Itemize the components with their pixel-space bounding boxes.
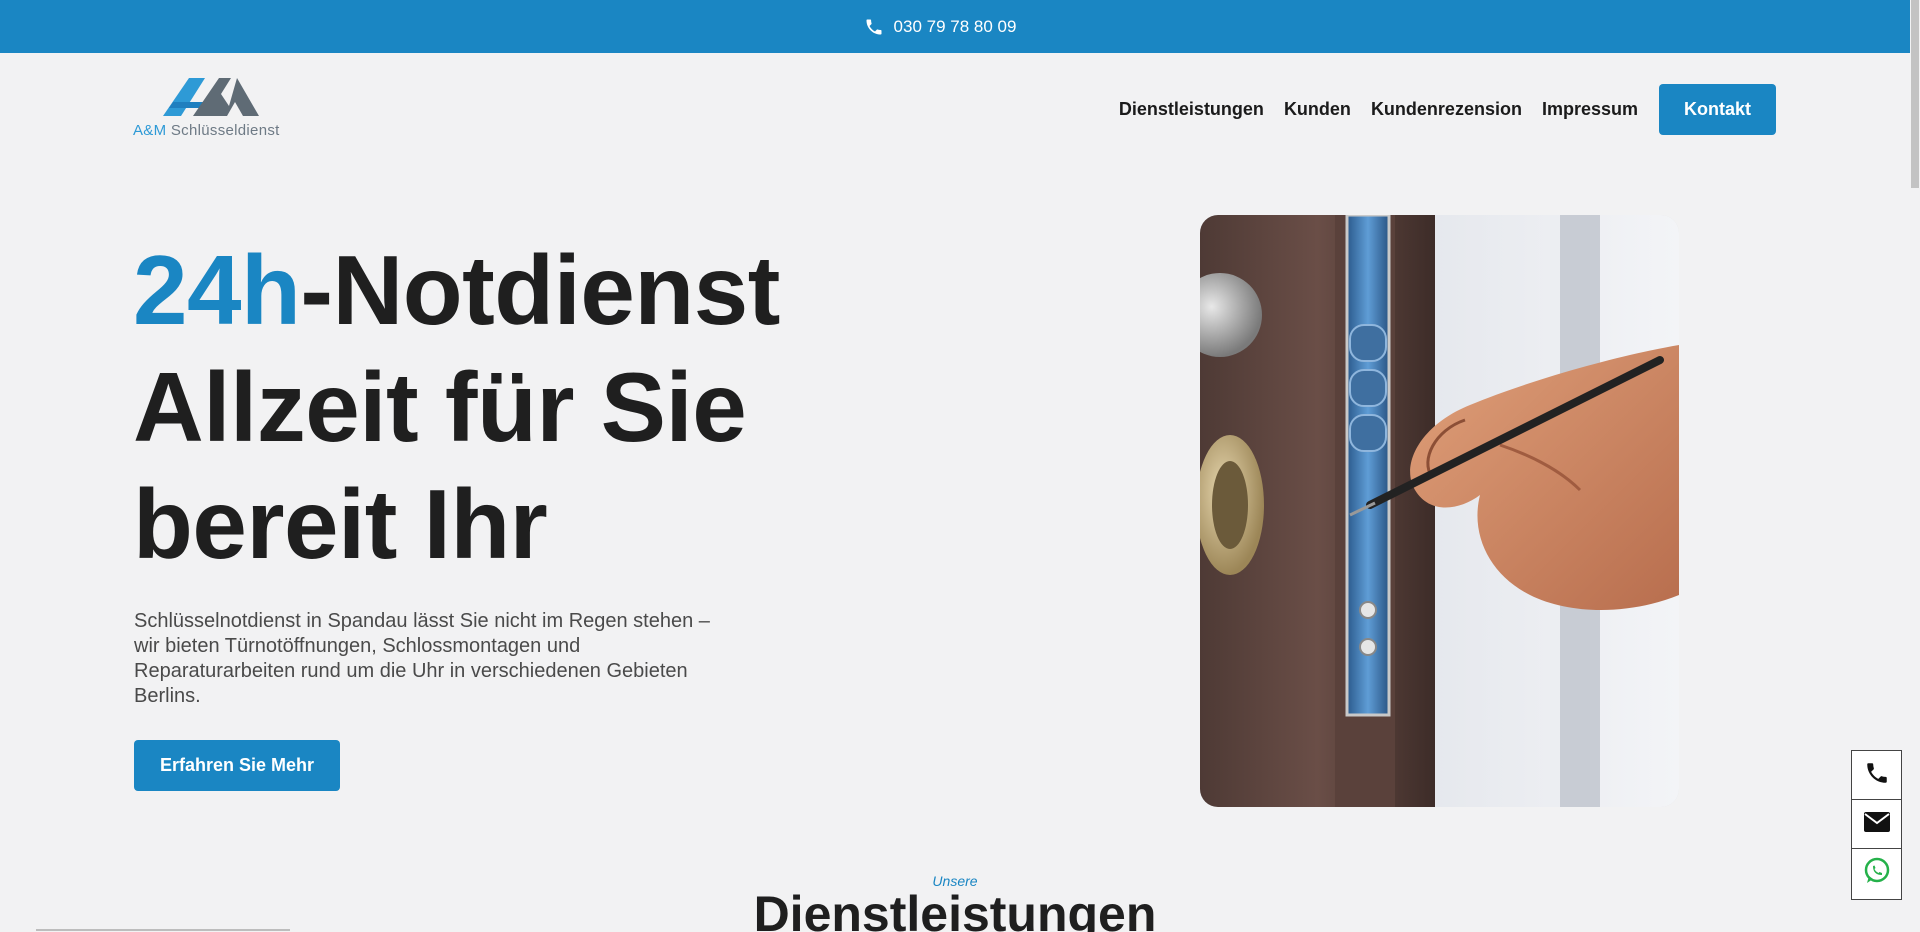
logo-mark-icon xyxy=(163,76,259,123)
floating-phone-button[interactable] xyxy=(1852,751,1901,800)
phone-icon xyxy=(864,17,884,37)
logo-wordmark: A&M Schlüsseldienst xyxy=(133,122,280,139)
floating-whatsapp-button[interactable] xyxy=(1852,849,1901,898)
hero-title: 24h-Notdienst Allzeit für Sie bereit Ihr xyxy=(133,232,780,583)
hero-title-line3: bereit Ihr xyxy=(133,469,548,579)
nav-item-impressum[interactable]: Impressum xyxy=(1542,99,1638,120)
section-title: Dienstleistungen xyxy=(753,886,1157,932)
mail-icon xyxy=(1863,811,1891,838)
scrollbar-thumb[interactable] xyxy=(1911,0,1919,188)
hero-title-line1: -Notdienst xyxy=(300,235,780,345)
main-nav: Dienstleistungen Kunden Kundenrezension … xyxy=(1099,84,1776,135)
whatsapp-icon xyxy=(1863,857,1891,890)
phone-icon xyxy=(1864,760,1890,791)
locksmith-hero-image xyxy=(1200,215,1679,807)
site-logo[interactable]: A&M Schlüsseldienst xyxy=(133,73,293,143)
top-phone-number[interactable]: 030 79 78 80 09 xyxy=(894,17,1017,37)
learn-more-button[interactable]: Erfahren Sie Mehr xyxy=(134,740,340,791)
floating-mail-button[interactable] xyxy=(1852,800,1901,849)
nav-item-kundenrezension[interactable]: Kundenrezension xyxy=(1371,99,1522,120)
nav-item-dienstleistungen[interactable]: Dienstleistungen xyxy=(1119,99,1264,120)
contact-button[interactable]: Kontakt xyxy=(1659,84,1776,135)
divider xyxy=(36,929,290,931)
scrollbar[interactable] xyxy=(1910,0,1920,932)
hero-title-line2: Allzeit für Sie xyxy=(133,352,747,462)
hero-title-accent: 24h xyxy=(133,235,301,345)
hero-description: Schlüsselnotdienst in Spandau lässt Sie … xyxy=(134,610,710,707)
nav-item-kunden[interactable]: Kunden xyxy=(1284,99,1351,120)
top-contact-bar: 030 79 78 80 09 xyxy=(0,0,1910,53)
floating-contact-bar xyxy=(1851,750,1902,900)
logo-wordmark-rest: Schlüsseldienst xyxy=(170,122,280,139)
logo-wordmark-am: A&M xyxy=(133,122,167,139)
